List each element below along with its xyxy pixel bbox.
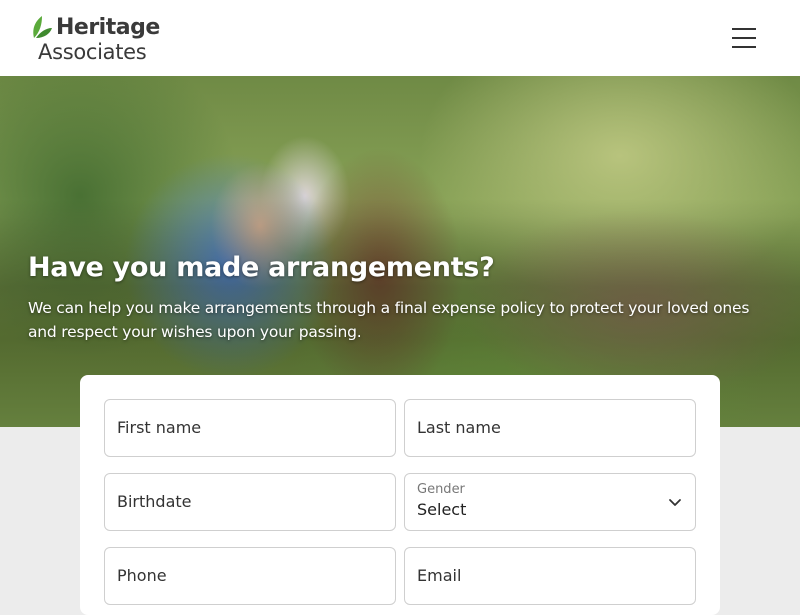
first-name-placeholder: First name xyxy=(117,418,202,437)
hero-title: Have you made arrangements? xyxy=(28,252,495,283)
last-name-placeholder: Last name xyxy=(417,418,501,437)
gender-selected-value: Select xyxy=(417,500,467,519)
birthdate-placeholder: Birthdate xyxy=(117,492,192,511)
menu-bar xyxy=(732,37,756,39)
brand-logo[interactable]: Heritage Associates xyxy=(30,14,170,66)
quote-form: First name Last name Birthdate Gender Se… xyxy=(80,375,720,615)
hamburger-menu-icon[interactable] xyxy=(728,24,760,52)
menu-bar xyxy=(732,46,756,48)
first-name-field[interactable]: First name xyxy=(104,399,396,457)
phone-placeholder: Phone xyxy=(117,566,167,585)
menu-bar xyxy=(732,28,756,30)
gender-select[interactable]: Gender Select xyxy=(404,473,696,531)
birthdate-field[interactable]: Birthdate xyxy=(104,473,396,531)
brand-name-line2: Associates xyxy=(38,40,147,64)
phone-field[interactable]: Phone xyxy=(104,547,396,605)
site-header: Heritage Associates xyxy=(0,0,800,76)
chevron-down-icon xyxy=(669,499,681,506)
email-placeholder: Email xyxy=(417,566,462,585)
gender-label: Gender xyxy=(417,482,465,497)
leaf-icon xyxy=(33,16,52,38)
last-name-field[interactable]: Last name xyxy=(404,399,696,457)
hero-subtitle: We can help you make arrangements throug… xyxy=(28,299,750,341)
email-field[interactable]: Email xyxy=(404,547,696,605)
